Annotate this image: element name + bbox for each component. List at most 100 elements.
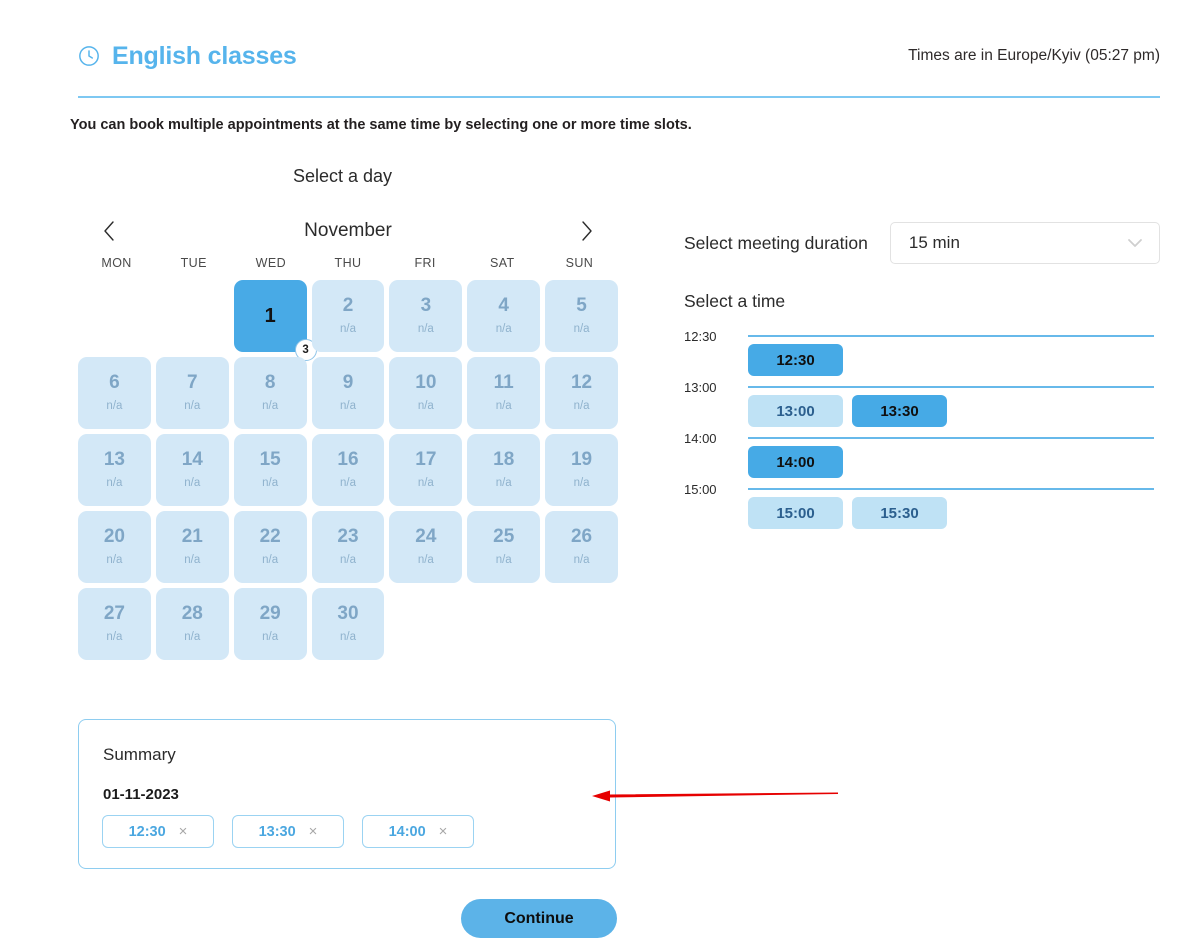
close-icon[interactable]: × — [309, 824, 318, 839]
page-title: English classes — [112, 41, 297, 70]
time-slot-row: 14:00 — [748, 446, 843, 478]
calendar-day-unavailable-label: n/a — [495, 323, 512, 336]
calendar-weekday-fri: FRI — [414, 256, 436, 270]
calendar-day-number: 9 — [342, 372, 354, 394]
meeting-duration-select[interactable]: 15 min — [889, 222, 1160, 264]
time-slot-1530[interactable]: 15:30 — [852, 497, 947, 529]
calendar-day-16[interactable]: 16 n/a — [311, 434, 385, 506]
next-month-button[interactable] — [576, 219, 598, 243]
continue-button[interactable]: Continue — [461, 899, 617, 938]
calendar-day-number: 27 — [103, 603, 125, 625]
calendar-day-7[interactable]: 7 n/a — [155, 357, 229, 429]
calendar-month-label: November — [304, 220, 392, 241]
calendar-day-unavailable-label: n/a — [106, 554, 123, 567]
calendar-day-15[interactable]: 15 n/a — [233, 434, 307, 506]
calendar-day-14[interactable]: 14 n/a — [155, 434, 229, 506]
calendar-day-number: 25 — [493, 526, 515, 548]
calendar-day-5[interactable]: 5 n/a — [545, 280, 618, 352]
summary-date: 01-11-2023 — [103, 786, 179, 803]
calendar-day-27[interactable]: 27 n/a — [78, 588, 151, 660]
calendar-day-number: 11 — [493, 372, 514, 394]
time-row-divider — [748, 386, 1154, 388]
calendar-day-11[interactable]: 11 n/a — [467, 357, 541, 429]
calendar-day-unavailable-label: n/a — [184, 631, 201, 644]
calendar-day-12[interactable]: 12 n/a — [545, 357, 618, 429]
calendar-day-number: 21 — [181, 526, 203, 548]
meeting-duration-row: Select meeting duration 15 min — [684, 222, 1160, 264]
calendar-day-unavailable-label: n/a — [495, 400, 512, 413]
clock-icon — [79, 46, 99, 66]
chevron-right-icon — [582, 221, 592, 241]
calendar-day-19[interactable]: 19 n/a — [545, 434, 618, 506]
calendar-day-23[interactable]: 23 n/a — [311, 511, 385, 583]
calendar-day-22[interactable]: 22 n/a — [233, 511, 307, 583]
close-icon[interactable]: × — [179, 824, 188, 839]
calendar-day-3[interactable]: 3 n/a — [389, 280, 463, 352]
calendar-day-unavailable-label: n/a — [262, 554, 279, 567]
calendar-nav: November — [78, 212, 618, 250]
calendar-day-unavailable-label: n/a — [573, 400, 590, 413]
time-slot-grid: 12:30 12:30 13:00 13:00 13:30 14:00 14:00 15:00… — [684, 330, 1154, 534]
calendar-day-17[interactable]: 17 n/a — [389, 434, 463, 506]
calendar-day-25[interactable]: 25 n/a — [467, 511, 541, 583]
calendar-day-28[interactable]: 28 n/a — [155, 588, 229, 660]
page-header: English classes Times are in Europe/Kyiv… — [78, 34, 1160, 78]
calendar-day-13[interactable]: 13 n/a — [78, 434, 151, 506]
intro-text: You can book multiple appointments at th… — [70, 117, 692, 133]
calendar-blank-cell — [78, 280, 151, 352]
calendar-day-number: 5 — [576, 295, 587, 317]
calendar-day-8[interactable]: 8 n/a — [233, 357, 307, 429]
calendar-day-18[interactable]: 18 n/a — [467, 434, 541, 506]
close-icon[interactable]: × — [439, 824, 448, 839]
summary-chip-label: 12:30 — [128, 823, 166, 840]
calendar-day-29[interactable]: 29 n/a — [233, 588, 307, 660]
calendar-day-24[interactable]: 24 n/a — [389, 511, 463, 583]
time-slot-row: 12:30 — [748, 344, 843, 376]
calendar-day-unavailable-label: n/a — [262, 400, 279, 413]
summary-chip-label: 13:30 — [258, 823, 296, 840]
calendar-day-4[interactable]: 4 n/a — [467, 280, 541, 352]
calendar-day-1[interactable]: 13 — [233, 280, 317, 361]
calendar-day-unavailable-label: n/a — [573, 477, 590, 490]
calendar-day-number: 13 — [103, 449, 125, 471]
time-axis-label: 13:00 — [684, 380, 717, 395]
calendar-day-number: 26 — [570, 526, 593, 548]
calendar-day-21[interactable]: 21 n/a — [155, 511, 229, 583]
calendar-day-unavailable-label: n/a — [417, 323, 434, 336]
time-slot-1230[interactable]: 12:30 — [748, 344, 843, 376]
calendar-day-unavailable-label: n/a — [184, 400, 201, 413]
time-row-divider — [748, 335, 1154, 337]
time-slot-1400[interactable]: 14:00 — [748, 446, 843, 478]
calendar-day-number: 15 — [259, 449, 281, 471]
calendar-weekday-tue: TUE — [180, 256, 207, 270]
summary-chip-1400[interactable]: 14:00 × — [362, 815, 474, 848]
calendar-day-unavailable-label: n/a — [339, 554, 356, 567]
summary-chip-list: 12:30 × 13:30 × 14:00 × — [102, 815, 474, 848]
chevron-down-icon — [1128, 239, 1142, 247]
calendar-day-30[interactable]: 30 n/a — [311, 588, 385, 660]
calendar-day-unavailable-label: n/a — [417, 400, 434, 413]
summary-chip-1230[interactable]: 12:30 × — [102, 815, 214, 848]
calendar-weekday-sun: SUN — [565, 256, 594, 270]
time-slot-1300[interactable]: 13:00 — [748, 395, 843, 427]
calendar-day-number: 17 — [415, 449, 437, 471]
calendar-day-10[interactable]: 10 n/a — [389, 357, 463, 429]
calendar-day-26[interactable]: 26 n/a — [545, 511, 618, 583]
calendar-day-number: 23 — [337, 526, 359, 548]
time-slot-1500[interactable]: 15:00 — [748, 497, 843, 529]
time-slot-1330[interactable]: 13:30 — [852, 395, 947, 427]
calendar-day-unavailable-label: n/a — [262, 477, 279, 490]
calendar-day-6[interactable]: 6 n/a — [78, 357, 151, 429]
calendar: November MON TUE WED THU FRI SAT SUN 1 3 2 n/a 3 n/… — [78, 212, 618, 660]
calendar-day-number: 16 — [337, 449, 359, 471]
calendar-day-9[interactable]: 9 n/a — [311, 357, 385, 429]
calendar-day-unavailable-label: n/a — [573, 323, 590, 336]
time-row-1300: 13:00 13:00 13:30 — [684, 381, 1154, 432]
calendar-day-20[interactable]: 20 n/a — [78, 511, 151, 583]
calendar-day-2[interactable]: 2 n/a — [311, 280, 385, 352]
calendar-day-number: 20 — [103, 526, 125, 548]
calendar-day-number: 30 — [337, 603, 359, 625]
calendar-day-number: 7 — [186, 372, 198, 394]
previous-month-button[interactable] — [98, 219, 120, 243]
summary-chip-1330[interactable]: 13:30 × — [232, 815, 344, 848]
